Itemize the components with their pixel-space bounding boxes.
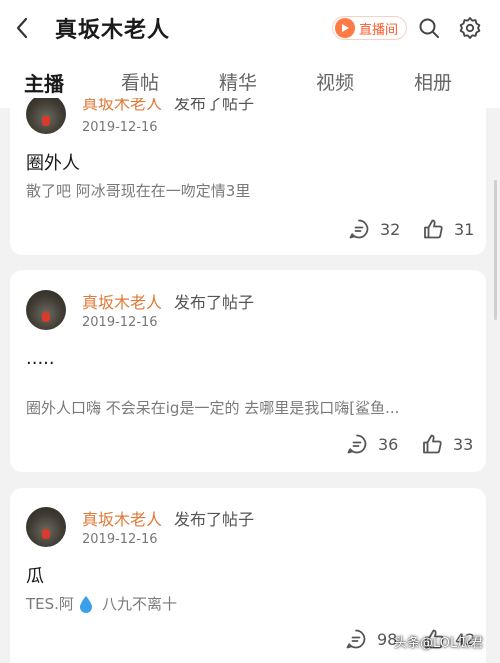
search-icon (419, 18, 439, 38)
post-author[interactable]: 真坂木老人 (82, 289, 162, 313)
post-action: 发布了帖子 (174, 510, 255, 529)
tab-videos[interactable]: 视频 (316, 68, 354, 95)
settings-button[interactable] (458, 16, 482, 40)
comment-button[interactable]: 36 (346, 433, 398, 455)
post-body-prefix: TES.阿 (26, 595, 74, 613)
play-icon (335, 18, 355, 38)
post-title[interactable]: ..... (26, 348, 55, 369)
comment-count: 32 (380, 219, 401, 239)
post-body[interactable]: TES.阿 八九不离十 (26, 593, 177, 614)
post-action: 发布了帖子 (174, 293, 255, 312)
comment-icon (346, 629, 366, 649)
avatar[interactable] (26, 98, 66, 134)
tab-albums[interactable]: 相册 (414, 68, 452, 95)
page-title: 真坂木老人 (55, 18, 171, 43)
comment-button[interactable]: 32 (348, 218, 400, 240)
post-body[interactable]: 散了吧 阿冰哥现在在一吻定情3里 (26, 180, 250, 201)
live-room-label: 直播间 (359, 22, 399, 38)
watermark: 头条@LOL瓜君 (394, 636, 484, 651)
comment-icon (349, 219, 369, 239)
post-author[interactable]: 真坂木老人 (82, 98, 162, 114)
post-date: 2019-12-16 (82, 120, 158, 135)
avatar[interactable] (26, 290, 66, 330)
post-title[interactable]: 圈外人 (26, 149, 80, 175)
thumbs-up-icon (423, 434, 442, 454)
avatar[interactable] (26, 507, 66, 547)
post-author[interactable]: 真坂木老人 (82, 506, 162, 530)
tab-anchor[interactable]: 主播 (24, 68, 64, 97)
chevron-left-icon (16, 17, 28, 39)
search-button[interactable] (417, 16, 441, 40)
like-button[interactable]: 33 (421, 433, 473, 455)
post-card[interactable]: 真坂木老人 发布了帖子 2019-12-16 ..... 圈外人口嗨 不会呆在i… (10, 270, 486, 472)
post-title[interactable]: 瓜 (26, 562, 44, 588)
water-drop-icon (79, 595, 92, 613)
post-body-suffix: 八九不离十 (101, 595, 177, 613)
post-card[interactable]: 真坂木老人 发布了帖子 2019-12-16 圈外人 散了吧 阿冰哥现在在一吻定… (10, 98, 486, 255)
scrollbar[interactable] (494, 180, 497, 320)
post-date: 2019-12-16 (82, 315, 158, 330)
post-body[interactable]: 圈外人口嗨 不会呆在ig是一定的 去哪里是我口嗨[鲨鱼... (26, 397, 399, 418)
comment-icon (347, 434, 367, 454)
gear-icon (459, 17, 481, 39)
thumbs-up-icon (424, 219, 443, 239)
comment-button[interactable]: 98 (345, 628, 397, 650)
comment-count: 36 (378, 434, 399, 454)
like-count: 31 (454, 219, 475, 239)
tab-posts[interactable]: 看帖 (121, 68, 159, 95)
tab-featured[interactable]: 精华 (219, 68, 257, 95)
top-bar: 真坂木老人 直播间 (0, 0, 500, 56)
like-count: 33 (453, 434, 474, 454)
like-button[interactable]: 31 (422, 218, 474, 240)
post-action: 发布了帖子 (174, 98, 255, 113)
back-button[interactable] (10, 14, 34, 42)
live-room-button[interactable]: 直播间 (332, 16, 408, 40)
post-date: 2019-12-16 (82, 532, 158, 547)
